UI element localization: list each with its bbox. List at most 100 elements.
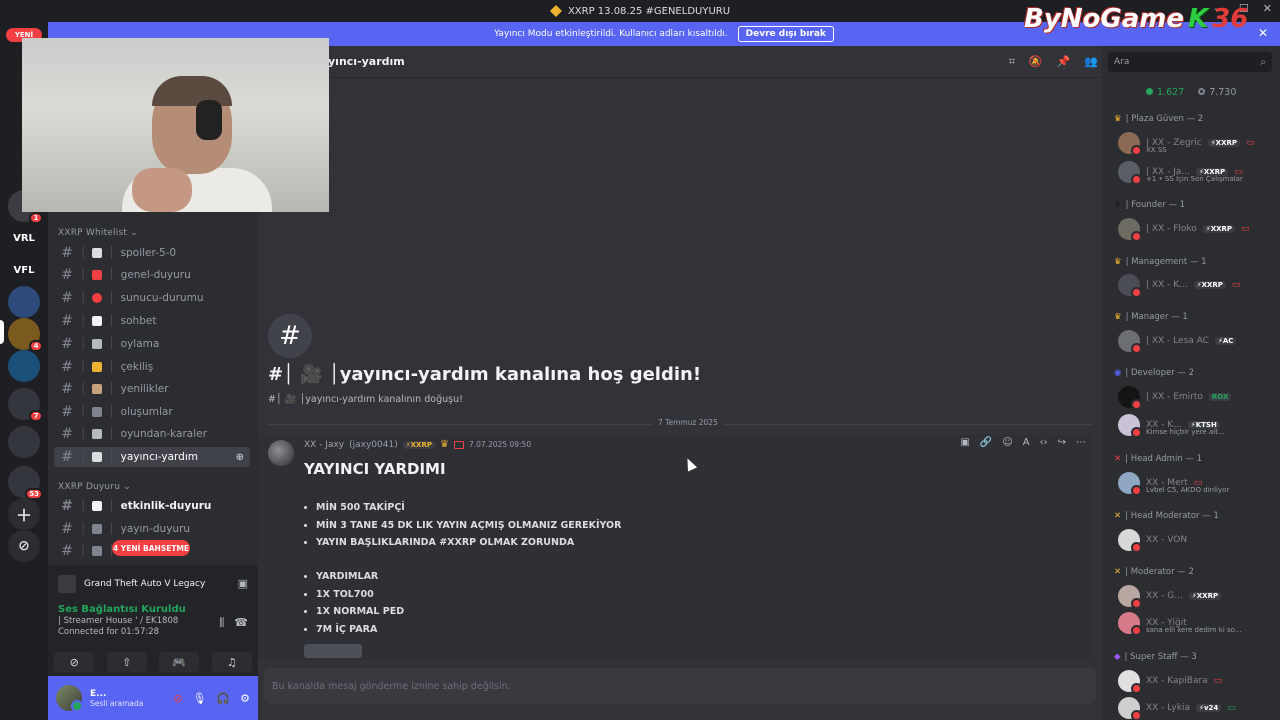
avatar — [1118, 585, 1142, 609]
member-row[interactable]: | XX - K... ⚡XXRP ▭ — [1118, 274, 1240, 298]
member-list-icon[interactable]: 👥 — [1084, 55, 1098, 69]
avatar[interactable] — [268, 440, 294, 466]
soundboard-icon[interactable]: ♫ — [211, 652, 252, 672]
app-icon[interactable]: ▣ — [960, 437, 969, 448]
swords-icon: ✕ — [1114, 511, 1122, 521]
server-icon[interactable] — [8, 350, 40, 382]
member-row[interactable]: XX - KapiBara ▭ — [1118, 670, 1222, 694]
mention-badge: 7 — [29, 410, 43, 422]
avatar — [1118, 670, 1142, 694]
category-xxrp-whitelist[interactable]: XXRP Whitelist ⌄ — [58, 228, 138, 238]
megaphone-icon — [92, 501, 103, 511]
headset-icon — [196, 100, 222, 140]
activity-icon[interactable]: 🎮 — [159, 652, 200, 672]
close-window-icon[interactable]: ✕ — [1263, 2, 1272, 15]
mute-bell-icon[interactable]: 🔕 — [1029, 55, 1043, 69]
member-row[interactable]: | XX - Lesa AC ⚡AC — [1118, 330, 1237, 354]
channel-label: yayın-duyuru — [120, 523, 191, 535]
voice-panel: Ses Bağlantısı Kuruldu | Streamer House … — [48, 600, 258, 648]
disable-streamer-mode-button[interactable]: Devre dışı bırak — [737, 26, 834, 42]
member-row[interactable]: | XX - Floko ⚡XXRP ▭ — [1118, 218, 1250, 242]
add-server-icon[interactable]: ＋ — [8, 498, 40, 530]
new-mentions-pill[interactable]: 4 YENİ BAHSETME — [112, 540, 190, 556]
message-title: YAYINCI YARDIMI — [304, 460, 446, 478]
member-row[interactable]: | XX - Zegric ⚡XXRP ▭ XX SS — [1118, 132, 1255, 156]
channel-yayinci-yardim[interactable]: # │ │ yayıncı-yardım ⊕ — [54, 447, 250, 467]
screen-share-icon[interactable]: ⇧ — [106, 652, 147, 672]
member-row[interactable]: | XX - Emirto ROX — [1118, 386, 1232, 410]
translate-icon[interactable]: A — [1023, 437, 1030, 448]
add-reaction-icon[interactable]: ☺ — [1002, 437, 1012, 448]
list-item: MİN 3 TANE 45 DK LIK YAYIN AÇMIŞ OLMANIZ… — [316, 520, 621, 538]
forward-icon[interactable]: ↪ — [1058, 437, 1066, 448]
member-row[interactable]: | XX - Ja... ⚡XXRP ▭ +1 • SS İçin Son Çalış… — [1118, 161, 1243, 185]
member-row[interactable]: XX - Yiğit sana elli kere dedim ki so... — [1118, 612, 1242, 636]
role-header: ♛ | Management — 1 — [1114, 257, 1207, 267]
channel-genel-duyuru[interactable]: # │ │ genel-duyuru — [54, 265, 250, 285]
settings-gear-icon[interactable]: ⚙ — [240, 692, 250, 705]
avatar[interactable] — [56, 685, 83, 712]
channel-olusumlar[interactable]: # │ │ oluşumlar — [54, 402, 250, 422]
microphone-icon[interactable]: 🎙 — [192, 692, 206, 705]
server-folder[interactable] — [8, 426, 40, 458]
voice-status[interactable]: Ses Bağlantısı Kuruldu — [58, 604, 248, 615]
member-row[interactable]: XX - VON — [1118, 529, 1187, 553]
camera-off-icon[interactable]: ⊘ — [54, 652, 95, 672]
camera-off-icon[interactable]: ⊘ — [173, 692, 182, 705]
headphones-icon[interactable]: 🎧 — [216, 692, 230, 705]
activity-name: Grand Theft Auto V Legacy — [84, 578, 206, 589]
more-icon[interactable]: ⋯ — [1076, 437, 1086, 448]
hash-icon: # — [61, 313, 73, 329]
channel-spoiler[interactable]: # │ │ spoiler-5-0 — [54, 243, 250, 263]
code-icon[interactable]: ‹› — [1040, 437, 1048, 448]
close-icon[interactable]: ✕ — [1258, 26, 1268, 40]
activity-panel: Grand Theft Auto V Legacy ▣ — [48, 566, 258, 600]
channel-sunucu-durumu[interactable]: # │ │ sunucu-durumu — [54, 288, 250, 308]
server-tag[interactable]: ⚡XXRP — [402, 440, 435, 449]
search-placeholder: Ara — [1114, 57, 1130, 67]
member-row[interactable]: XX - Mert ▭ Lvbel C5, AKDO dinliyor — [1118, 472, 1229, 496]
server-icon[interactable] — [8, 286, 40, 318]
member-row[interactable]: XX - K... ⚡KTSH Kimse hiçbir yere ait... — [1118, 414, 1225, 438]
online-dot-icon — [1146, 88, 1153, 95]
member-row[interactable]: XX - Lykia ⚡v24 ▭ — [1118, 697, 1236, 720]
avatar — [1118, 161, 1142, 185]
server-vfl[interactable]: VFL — [8, 254, 40, 286]
server-folder[interactable]: 53 — [8, 466, 43, 500]
channel-yayin-duyuru[interactable]: # │ │ yayın-duyuru — [54, 519, 250, 539]
offline-dot-icon — [1198, 88, 1206, 95]
user-info[interactable]: E... Sesli aramada — [90, 689, 143, 708]
noise-suppression-icon[interactable]: ⫼ — [219, 616, 224, 630]
list-item: MİN 500 TAKİPÇİ — [316, 502, 621, 520]
channel-oyundan-karaler[interactable]: # │ │ oyundan-karaler — [54, 424, 250, 444]
message-author[interactable]: XX - Jaxy — [304, 440, 344, 450]
server-vrl[interactable]: VRL — [8, 222, 40, 254]
avatar — [1118, 274, 1142, 298]
chat-panel: yıncı-yardım ⌗ 🔕 📌 👥 # #│ 🎥 │yayıncı-yar… — [258, 46, 1102, 720]
server-folder[interactable]: 7 — [8, 388, 43, 422]
category-xxrp-duyuru[interactable]: XXRP Duyuru ⌄ — [58, 482, 131, 492]
disconnect-icon[interactable]: ☎ — [234, 616, 248, 630]
hash-icon: # — [61, 543, 73, 559]
message[interactable]: XX - Jaxy (jaxy0041) ⚡XXRP ♛ 7.07.2025 0… — [258, 434, 1092, 660]
person-hair — [152, 76, 232, 106]
search-input[interactable]: Ara ⌕ — [1108, 52, 1272, 72]
screen-share-icon[interactable]: ▣ — [238, 577, 248, 590]
pin-icon[interactable]: 📌 — [1057, 55, 1071, 69]
channel-oylama[interactable]: # │ │ oylama — [54, 334, 250, 354]
server-xxrp[interactable]: 4 — [8, 318, 43, 352]
channel-etkinlik-duyuru[interactable]: # │ │ etkinlik-duyuru — [54, 496, 250, 516]
watermark-text: ByNoGame — [1024, 4, 1184, 34]
channel-cekilis[interactable]: # │ │ çekiliş — [54, 357, 250, 377]
link-icon[interactable]: 🔗 — [980, 437, 992, 448]
threads-icon[interactable]: ⌗ — [1009, 55, 1015, 69]
discover-icon[interactable]: ⊘ — [8, 530, 40, 562]
member-row[interactable]: XX - G... ⚡XXRP — [1118, 585, 1222, 609]
hash-icon: # — [61, 267, 73, 283]
channel-sohbet[interactable]: # │ │ sohbet — [54, 311, 250, 331]
channel-yenilikler[interactable]: # │ │ yenilikler — [54, 379, 250, 399]
speech-bubble-icon — [92, 316, 103, 326]
channel-label: spoiler-5-0 — [120, 247, 177, 259]
watermark-logo: ByNoGame K 36 — [1024, 4, 1248, 34]
add-member-icon[interactable]: ⊕ — [236, 452, 244, 463]
